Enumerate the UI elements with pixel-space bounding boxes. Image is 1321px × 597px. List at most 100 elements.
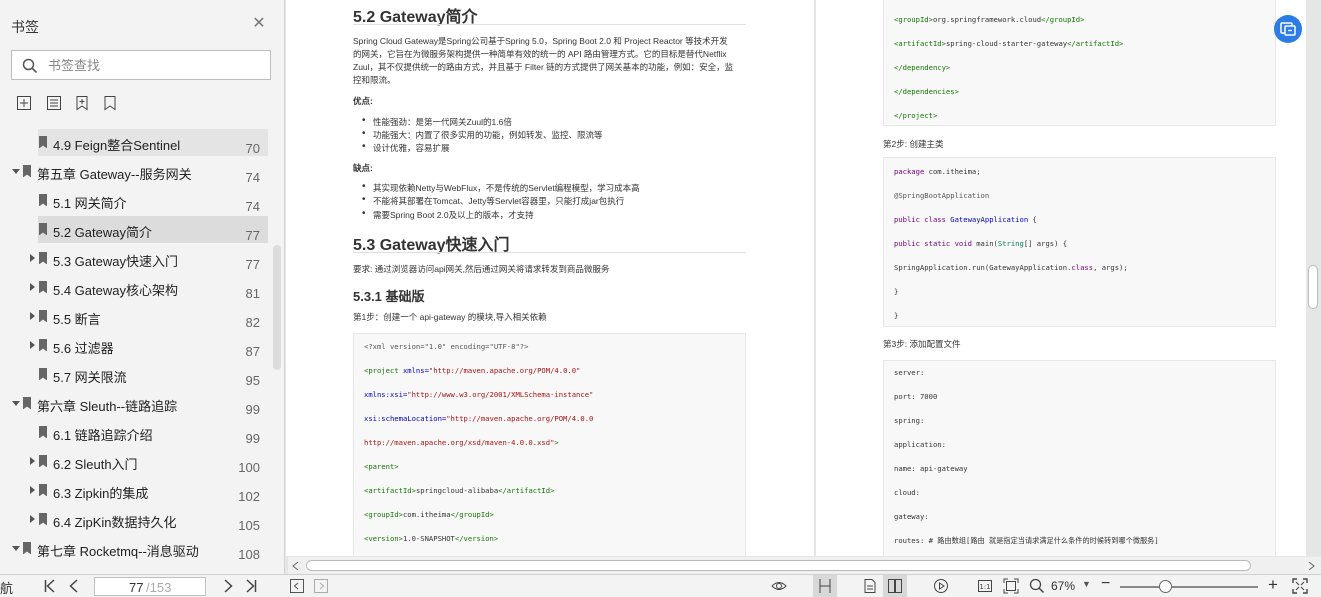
back-icon[interactable] [289,578,305,594]
bookmark-item[interactable]: 5.7 网关限流 95 [0,360,271,389]
bookmark-label: 第六章 Sleuth--链路追踪 [37,399,178,414]
code-line: routes: # 路由数组[路由 就是指定当请求满足什么条件的时候转到哪个微服… [894,536,1159,545]
add-bookmark-icon[interactable] [74,95,90,111]
step-2-text: 第2步: 创建主类 [883,139,944,149]
bookmark-item[interactable]: 6.2 Sleuth入门 100 [0,447,271,476]
last-page-icon[interactable] [243,578,259,594]
bookmark-item[interactable]: 5.3 Gateway快速入门 77 [0,244,271,273]
expand-arrow-icon[interactable] [30,312,35,320]
bookmark-item[interactable]: 5.2 Gateway简介 77 [0,215,271,244]
bookmark-item[interactable]: 5.5 断言 82 [0,302,271,331]
first-page-icon[interactable] [42,578,58,594]
bookmark-label: 5.4 Gateway核心架构 [53,283,178,298]
bookmark-icon[interactable] [102,95,118,111]
document-horizontal-scrollbar[interactable] [288,557,1321,574]
bookmark-label: 5.7 网关限流 [53,370,127,385]
bookmark-item[interactable]: 第七章 Rocketmq--消息驱动 108 [0,534,271,563]
bookmark-item[interactable]: 6.1 链路追踪介绍 99 [0,418,271,447]
bookmark-icon [39,484,47,496]
bookmark-label: 5.5 断言 [53,312,101,327]
bookmark-page-number: 95 [245,373,260,388]
eye-protection-icon[interactable] [771,578,787,594]
cons-item: 其实现依赖Netty与WebFlux，不是传统的Servlet编程模型，学习成本… [362,181,640,194]
expand-arrow-icon[interactable] [30,515,35,523]
code-line: xsi:schemaLocation="http://maven.apache.… [364,414,594,423]
zoom-slider-knob[interactable] [1159,580,1172,593]
code-line: } [894,287,899,296]
expand-arrow-icon[interactable] [30,486,35,494]
expand-arrow-icon[interactable] [30,457,35,465]
next-page-icon[interactable] [220,578,236,594]
collapse-arrow-icon[interactable] [12,169,20,174]
sidebar-scrollbar[interactable] [273,245,281,370]
page-number-input[interactable]: 77 /153 [94,577,206,596]
bookmark-label: 5.3 Gateway快速入门 [53,254,178,269]
bookmark-page-number: 77 [245,257,260,272]
zoom-out-icon[interactable]: − [1101,575,1110,593]
bookmark-search-box[interactable] [11,50,271,80]
bookmark-search-input[interactable] [48,56,258,74]
zoom-in-icon[interactable]: + [1268,575,1278,595]
expand-arrow-icon[interactable] [30,283,35,291]
bookmark-item[interactable]: 5.4 Gateway核心架构 81 [0,273,271,302]
collapse-all-icon[interactable] [46,95,62,111]
fit-page-icon[interactable] [1003,578,1019,594]
collapse-arrow-icon[interactable] [12,546,20,551]
bookmark-page-number: 100 [238,460,260,475]
code-line: package com.itheima; [894,167,981,176]
two-page-button[interactable] [883,575,907,597]
code-line: </dependencies> [894,87,959,96]
fullscreen-icon[interactable] [1292,578,1308,594]
intro-line-2: 的网关，它旨在为微服务架构提供一种简单有效的统一的 API 路由管理方式。它的目… [353,49,727,59]
code-line: http://maven.apache.org/xsd/maven-4.0.0.… [364,438,559,447]
play-icon[interactable] [933,578,949,594]
continuous-scroll-button[interactable] [813,575,837,597]
expand-arrow-icon[interactable] [30,254,35,262]
close-icon[interactable]: ✕ [252,16,266,32]
zoom-icon[interactable] [1029,578,1045,594]
code-line: <parent> [364,462,399,471]
cons-item: 需要Spring Boot 2.0及以上的版本，才支持 [362,208,534,221]
bookmark-label: 5.1 网关简介 [53,196,127,211]
bookmark-icon [23,542,31,554]
bookmark-item[interactable]: 5.1 网关简介 74 [0,186,271,215]
code-line: port: 7000 [894,392,938,401]
bookmark-icon [39,368,47,380]
code-line: <artifactId>springcloud-alibaba</artifac… [364,486,555,495]
zoom-slider-track[interactable] [1120,586,1258,588]
bookmark-item[interactable]: 5.6 过滤器 87 [0,331,271,360]
svg-text:1:1: 1:1 [979,583,990,591]
single-page-icon[interactable] [862,578,878,594]
scroll-right-icon[interactable] [1307,562,1315,570]
collapse-arrow-icon[interactable] [12,401,20,406]
expand-arrow-icon[interactable] [30,341,35,349]
bookmark-item[interactable]: 6.3 Zipkin的集成 102 [0,476,271,505]
actual-size-icon[interactable]: 1:1 [977,578,993,594]
heading-divider [353,252,746,253]
forward-icon[interactable] [313,578,329,594]
code-line: <?xml version="1.0" encoding="UTF-8"?> [364,342,529,351]
previous-page-icon[interactable] [66,578,82,594]
horizontal-scroll-thumb[interactable] [306,560,1251,571]
zoom-level[interactable]: 67% [1051,579,1075,593]
expand-all-icon[interactable] [16,95,32,111]
code-line: <groupId>org.springframework.cloud</grou… [894,15,1085,24]
bookmark-item[interactable]: 4.9 Feign整合Sentinel 70 [0,128,271,157]
bookmark-item[interactable]: 6.4 ZipKin数据持久化 105 [0,505,271,534]
bookmark-icon [39,252,47,264]
bookmark-sidebar: 书签 ✕ 4.9 Feign整合Sentinel 70 第五章 Gateway--… [0,0,285,574]
scroll-left-icon[interactable] [292,562,300,570]
bookmark-icon [39,339,47,351]
code-line: public static void main(String[] args) { [894,239,1068,248]
sidebar-title: 书签 [11,19,39,35]
floating-tool-button[interactable] [1274,15,1302,43]
bookmark-icon [23,165,31,177]
bookmark-icon [39,194,47,206]
bookmark-icon [39,513,47,525]
bookmark-page-number: 74 [245,199,260,214]
document-vertical-scrollbar[interactable] [1308,265,1318,309]
step-3-text: 第3步: 添加配置文件 [883,339,961,349]
bookmark-item[interactable]: 第五章 Gateway--服务网关 74 [0,157,271,186]
zoom-dropdown-icon[interactable]: ▼ [1082,579,1091,589]
bookmark-item[interactable]: 第六章 Sleuth--链路追踪 99 [0,389,271,418]
